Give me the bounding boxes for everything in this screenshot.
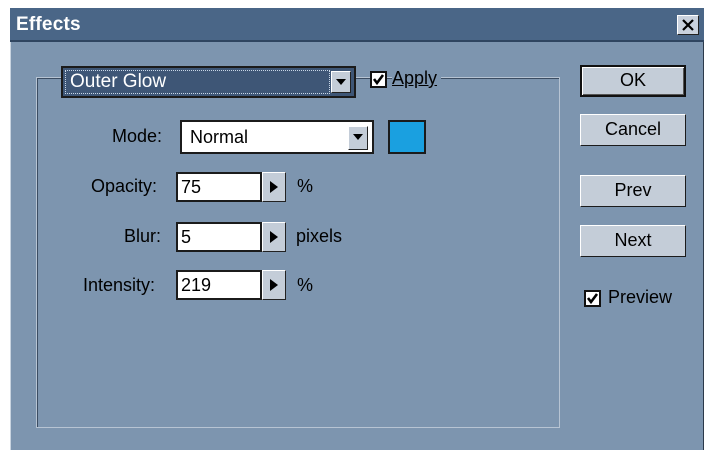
- chevron-down-icon: [336, 79, 346, 85]
- blur-slider-button[interactable]: [262, 222, 286, 252]
- blur-value: 5: [181, 227, 192, 247]
- prev-button[interactable]: Prev: [580, 175, 686, 207]
- apply-label-text: Apply: [392, 68, 438, 88]
- mode-value: Normal: [190, 127, 249, 147]
- checkmark-icon: [586, 293, 599, 305]
- preview-checkbox[interactable]: [584, 290, 601, 307]
- arrow-right-icon: [270, 181, 278, 193]
- close-button[interactable]: [677, 15, 699, 35]
- mode-label: Mode:: [112, 126, 163, 146]
- blur-label: Blur:: [124, 226, 162, 246]
- opacity-value: 75: [181, 177, 202, 197]
- mode-select[interactable]: Normal: [180, 120, 374, 154]
- chevron-down-icon: [353, 134, 363, 140]
- blur-unit: pixels: [296, 226, 343, 246]
- next-button[interactable]: Next: [580, 225, 686, 257]
- close-icon: [682, 19, 694, 31]
- cancel-button[interactable]: Cancel: [580, 114, 686, 146]
- title-bar[interactable]: Effects: [10, 8, 704, 42]
- arrow-right-icon: [270, 231, 278, 243]
- opacity-slider-button[interactable]: [262, 172, 286, 202]
- effect-type-dropdown[interactable]: Outer Glow: [61, 66, 356, 98]
- effect-type-dropdown-button[interactable]: [331, 71, 351, 93]
- intensity-slider-button[interactable]: [262, 270, 286, 300]
- preview-label[interactable]: Preview: [608, 287, 672, 308]
- blur-input[interactable]: 5: [176, 222, 262, 252]
- mode-dropdown-button[interactable]: [348, 126, 368, 150]
- intensity-unit: %: [297, 275, 314, 295]
- apply-label[interactable]: Apply: [392, 68, 442, 89]
- effect-type-value: Outer Glow: [70, 71, 167, 92]
- glow-color-swatch[interactable]: [388, 120, 426, 154]
- effects-dialog: Effects Outer Glow Apply Mode: Normal Op…: [10, 8, 704, 450]
- arrow-right-icon: [270, 279, 278, 291]
- opacity-unit: %: [297, 176, 314, 196]
- intensity-input[interactable]: 219: [176, 270, 262, 300]
- intensity-label: Intensity:: [83, 275, 156, 295]
- apply-checkbox[interactable]: [370, 71, 387, 88]
- opacity-label: Opacity:: [91, 176, 158, 196]
- dialog-title: Effects: [16, 14, 81, 35]
- ok-button[interactable]: OK: [580, 65, 686, 97]
- opacity-input[interactable]: 75: [176, 172, 262, 202]
- intensity-value: 219: [181, 275, 212, 295]
- checkmark-icon: [372, 74, 385, 86]
